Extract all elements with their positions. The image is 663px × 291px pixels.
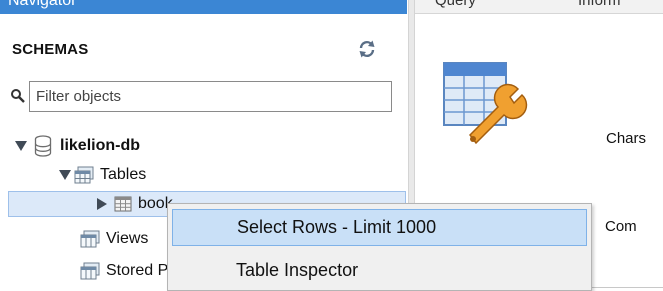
navigator-title: Navigator: [8, 0, 77, 9]
filter-objects-input[interactable]: [29, 81, 392, 112]
table-folder-icon: [74, 166, 94, 184]
database-icon: [34, 135, 52, 157]
menu-item-select-rows[interactable]: Select Rows - Limit 1000: [172, 209, 587, 246]
database-name: likelion-db: [60, 137, 140, 154]
tree-item-tables[interactable]: Tables: [58, 163, 146, 187]
table-settings-icon: [443, 62, 528, 145]
refresh-icon[interactable]: [357, 39, 377, 59]
procedures-folder-icon: [80, 262, 100, 280]
schemas-title: SCHEMAS: [12, 41, 89, 58]
views-folder-icon: [80, 230, 100, 248]
tree-item-table-book[interactable]: book: [94, 192, 173, 216]
tab-info[interactable]: Inform: [578, 0, 621, 9]
context-menu: Select Rows - Limit 1000 Table Inspector: [167, 203, 592, 291]
table-icon: [114, 196, 132, 212]
tree-item-database[interactable]: likelion-db: [14, 134, 140, 158]
editor-tab-strip: Query Inform: [415, 0, 663, 14]
tree-item-views[interactable]: Views: [80, 227, 148, 251]
comment-label: Com: [605, 218, 637, 235]
panel-divider: [592, 287, 663, 288]
search-icon: [11, 89, 25, 103]
navigator-header: Navigator: [0, 0, 407, 14]
collapsed-triangle-icon[interactable]: [94, 197, 108, 211]
expanded-triangle-icon[interactable]: [58, 168, 72, 182]
tables-label: Tables: [100, 166, 147, 183]
menu-item-table-inspector[interactable]: Table Inspector: [172, 252, 587, 289]
views-label: Views: [106, 230, 149, 247]
charset-label: Chars: [606, 130, 647, 147]
tab-query[interactable]: Query: [435, 0, 476, 9]
expanded-triangle-icon[interactable]: [14, 139, 28, 153]
